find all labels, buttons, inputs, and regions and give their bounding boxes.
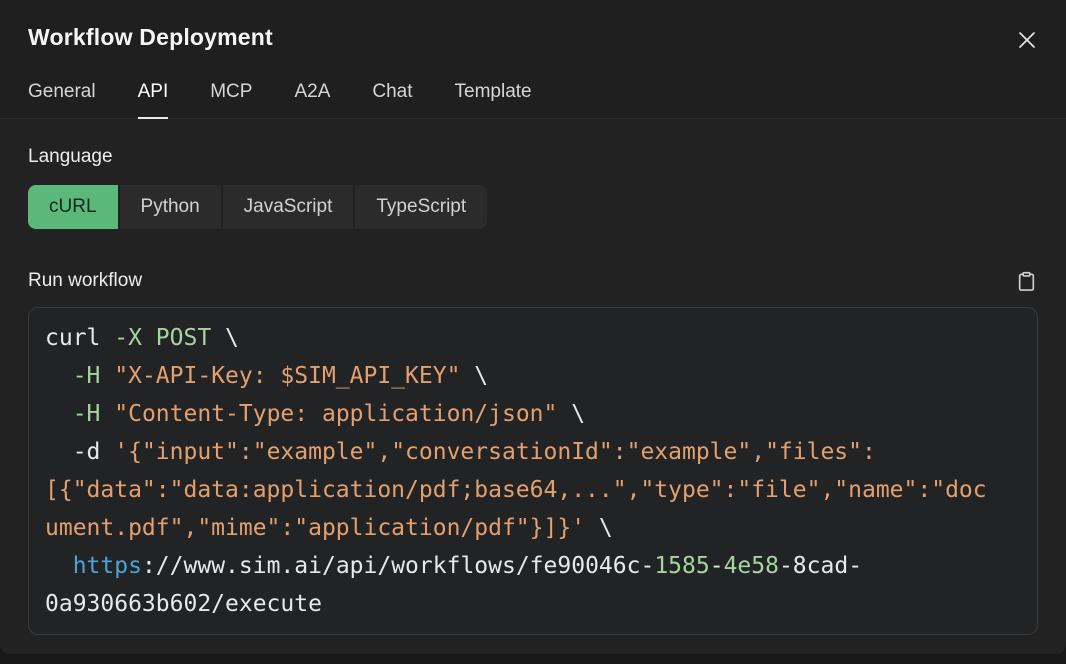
modal-title: Workflow Deployment [28,24,1038,51]
tab-api[interactable]: API [138,81,169,119]
run-workflow-label: Run workflow [28,270,142,292]
tab-a2a[interactable]: A2A [294,81,330,119]
code-line: -H "Content-Type: application/json" \ [45,395,1021,433]
language-option-python[interactable]: Python [120,185,221,229]
language-option-curl[interactable]: cURL [28,185,118,229]
tab-template[interactable]: Template [455,81,532,119]
copy-button[interactable] [1014,269,1038,293]
language-option-typescript[interactable]: TypeScript [355,185,487,229]
code-line: ument.pdf","mime":"application/pdf"}]}' … [45,509,1021,547]
tab-mcp[interactable]: MCP [210,81,252,119]
workflow-deployment-modal: Workflow Deployment General API MCP A2A Chat… [0,0,1066,654]
language-selector: cURLPythonJavaScriptTypeScript [28,185,487,229]
close-icon [1016,29,1038,51]
run-workflow-row: Run workflow [28,269,1038,293]
clipboard-icon [1016,271,1037,292]
modal-header: Workflow Deployment General API MCP A2A Chat… [0,0,1066,119]
tab-chat[interactable]: Chat [372,81,412,119]
close-button[interactable] [1014,27,1040,53]
code-line: -d '{"input":"example","conversationId":… [45,433,1021,471]
code-line: curl -X POST \ [45,319,1021,357]
code-line: https://www.sim.ai/api/workflows/fe90046… [45,547,1021,585]
code-line: -H "X-API-Key: $SIM_API_KEY" \ [45,357,1021,395]
code-block: curl -X POST \ -H "X-API-Key: $SIM_API_K… [28,307,1038,635]
tab-general[interactable]: General [28,81,96,119]
code-line: 0a930663b602/execute [45,585,1021,623]
modal-body: Language cURLPythonJavaScriptTypeScript … [0,119,1066,654]
tab-bar: General API MCP A2A Chat Template [28,81,1038,118]
code-line: [{"data":"data:application/pdf;base64,..… [45,471,1021,509]
language-label: Language [28,146,1038,168]
language-option-javascript[interactable]: JavaScript [223,185,354,229]
